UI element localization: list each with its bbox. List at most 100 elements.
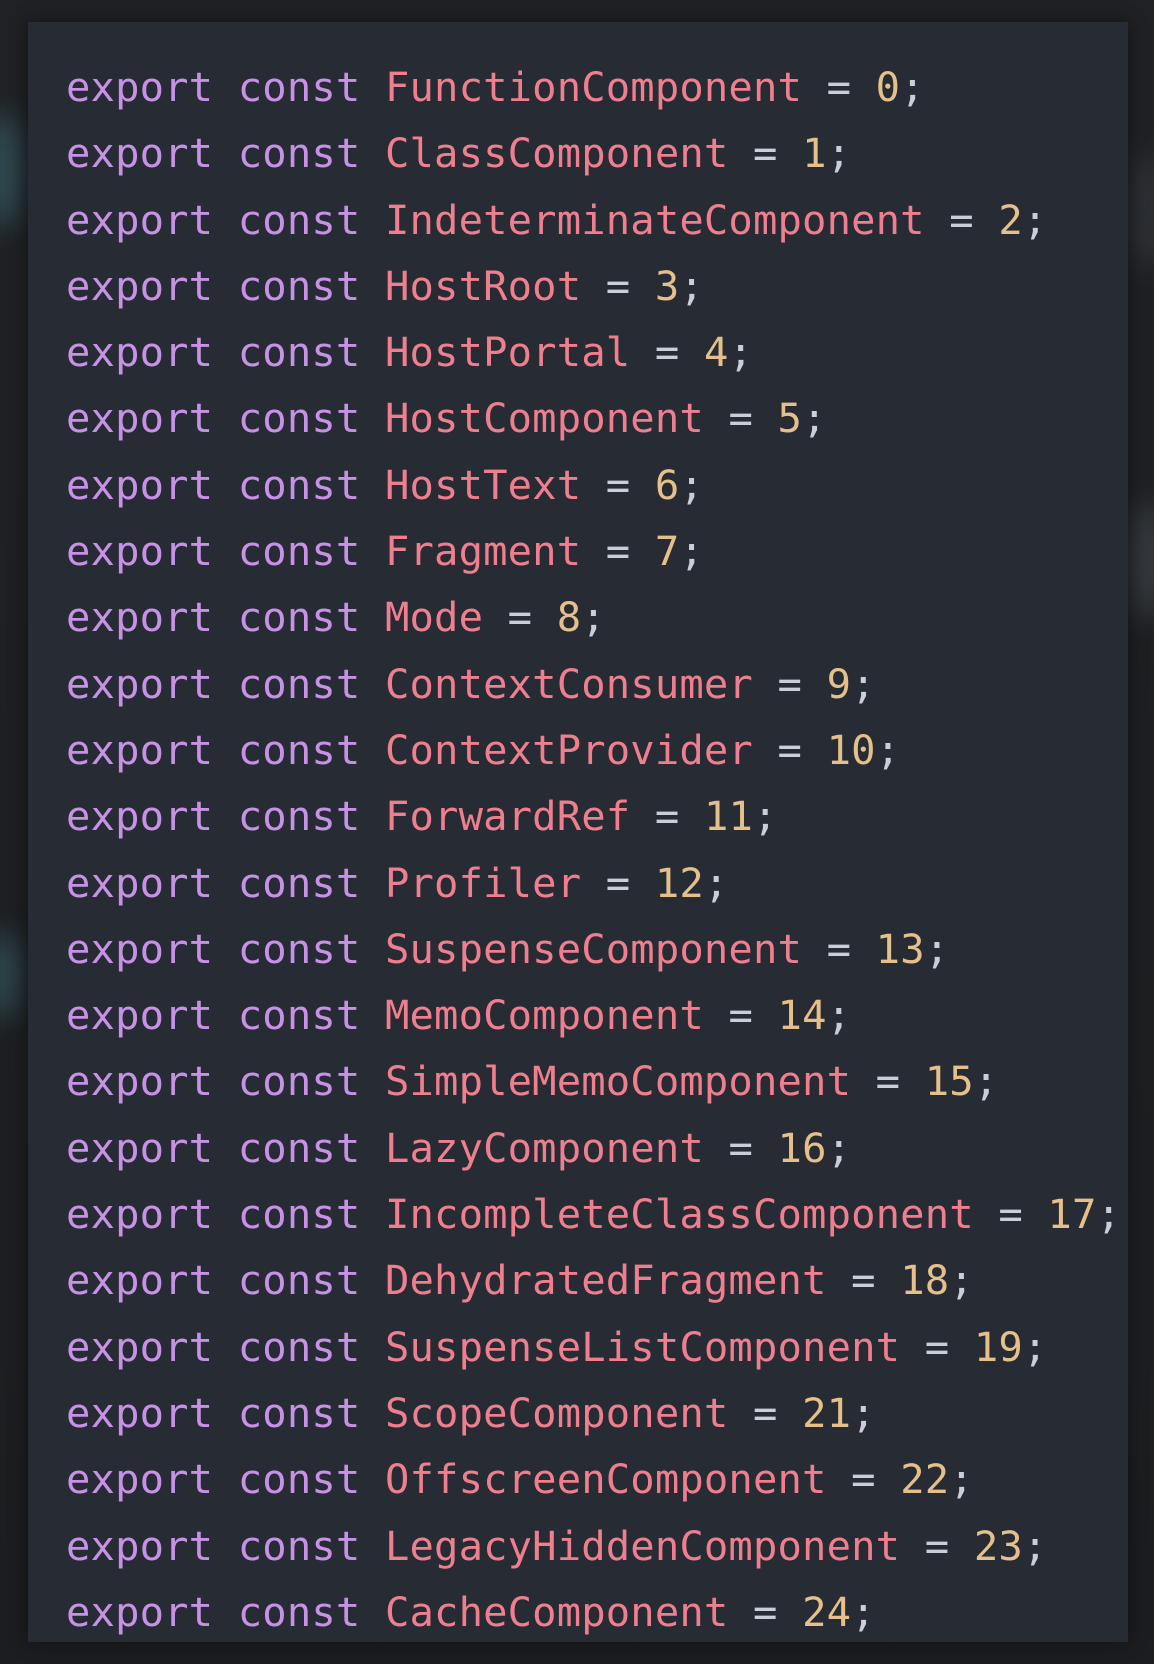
identifier: CacheComponent — [384, 1587, 729, 1636]
assign-operator: = — [507, 593, 533, 642]
assign-operator: = — [728, 991, 753, 1040]
code-line: export const LegacyHiddenComponent = 23; — [66, 1513, 1121, 1579]
keyword-export: export — [66, 328, 214, 377]
assign-operator: = — [777, 725, 803, 774]
assign-operator: = — [851, 1256, 876, 1305]
identifier: ClassComponent — [384, 129, 729, 178]
semicolon: ; — [679, 460, 704, 509]
assign-operator: = — [605, 527, 631, 576]
assign-operator: = — [826, 63, 852, 111]
keyword-export: export — [66, 129, 214, 178]
number-literal: 1 — [802, 129, 827, 178]
assign-operator: = — [605, 858, 631, 907]
code-line: export const HostRoot = 3; — [66, 253, 1121, 319]
keyword-export: export — [66, 991, 214, 1040]
assign-operator: = — [949, 195, 974, 244]
identifier: ContextProvider — [384, 725, 753, 774]
number-literal: 11 — [703, 792, 754, 841]
keyword-export: export — [66, 725, 214, 774]
assign-operator: = — [777, 659, 803, 708]
number-literal: 12 — [654, 858, 704, 907]
keyword-const: const — [237, 1521, 361, 1570]
keyword-const: const — [237, 1057, 361, 1106]
keyword-const: const — [237, 659, 361, 708]
code-line: export const Profiler = 12; — [66, 850, 1121, 916]
keyword-const: const — [237, 858, 361, 907]
keyword-const: const — [237, 1256, 361, 1305]
keyword-export: export — [66, 394, 214, 443]
keyword-export: export — [66, 1256, 214, 1305]
assign-operator: = — [728, 394, 753, 443]
assign-operator: = — [752, 129, 778, 178]
assign-operator: = — [728, 1123, 753, 1172]
backdrop-glow — [0, 930, 22, 1020]
keyword-const: const — [237, 328, 361, 377]
code-line: export const SuspenseComponent = 13; — [66, 916, 1121, 982]
semicolon: ; — [1022, 1322, 1048, 1371]
identifier: MemoComponent — [384, 991, 704, 1040]
identifier: HostComponent — [384, 394, 704, 443]
keyword-export: export — [66, 1521, 214, 1570]
number-literal: 2 — [998, 195, 1023, 244]
keyword-export: export — [66, 63, 214, 111]
assign-operator: = — [826, 924, 852, 973]
keyword-export: export — [66, 1123, 214, 1172]
number-literal: 10 — [826, 725, 876, 774]
keyword-const: const — [237, 1388, 361, 1437]
number-literal: 19 — [973, 1322, 1023, 1371]
code-line: export const OffscreenComponent = 22; — [66, 1446, 1121, 1512]
number-literal: 4 — [703, 328, 729, 377]
code-line: export const MemoComponent = 14; — [66, 982, 1121, 1048]
semicolon: ; — [875, 725, 901, 774]
identifier: ScopeComponent — [384, 1388, 729, 1437]
keyword-const: const — [237, 63, 361, 111]
code-line: export const CacheComponent = 24; — [66, 1579, 1121, 1645]
semicolon: ; — [679, 527, 704, 576]
code-line: export const DehydratedFragment = 18; — [66, 1247, 1121, 1313]
code-line: export const ScopeComponent = 21; — [66, 1380, 1121, 1446]
assign-operator: = — [752, 1587, 778, 1636]
semicolon: ; — [900, 63, 925, 111]
semicolon: ; — [1022, 195, 1048, 244]
semicolon: ; — [851, 659, 876, 708]
identifier: Fragment — [384, 527, 582, 576]
backdrop-glow — [1128, 150, 1154, 270]
semicolon: ; — [826, 129, 852, 178]
keyword-export: export — [66, 1190, 214, 1239]
code-line: export const Mode = 8; — [66, 584, 1121, 650]
identifier: ForwardRef — [384, 792, 631, 841]
semicolon: ; — [1022, 1521, 1048, 1570]
code-line: export const LazyComponent = 16; — [66, 1115, 1121, 1181]
number-literal: 18 — [900, 1256, 950, 1305]
semicolon: ; — [1096, 1190, 1122, 1239]
code-line: export const SimpleMemoComponent = 15; — [66, 1048, 1121, 1114]
keyword-const: const — [237, 924, 361, 973]
number-literal: 16 — [777, 1123, 827, 1172]
number-literal: 5 — [777, 394, 803, 443]
semicolon: ; — [802, 394, 827, 443]
semicolon: ; — [949, 1455, 974, 1504]
assign-operator: = — [998, 1190, 1023, 1239]
keyword-const: const — [237, 593, 361, 642]
keyword-const: const — [237, 527, 361, 576]
keyword-export: export — [66, 261, 214, 310]
identifier: Mode — [384, 593, 484, 642]
identifier: SuspenseComponent — [384, 924, 803, 973]
number-literal: 6 — [654, 460, 680, 509]
keyword-export: export — [66, 460, 214, 509]
assign-operator: = — [605, 261, 631, 310]
identifier: HostText — [384, 460, 582, 509]
identifier: FunctionComponent — [384, 63, 803, 111]
identifier: OffscreenComponent — [384, 1455, 827, 1504]
code-block: export const FunctionComponent = 0; expor… — [66, 54, 1121, 1645]
keyword-const: const — [237, 129, 361, 178]
semicolon: ; — [679, 261, 704, 310]
keyword-export: export — [66, 792, 214, 841]
semicolon: ; — [924, 924, 950, 973]
number-literal: 15 — [924, 1057, 974, 1106]
identifier: ContextConsumer — [384, 659, 753, 708]
code-line: export const FunctionComponent = 0; — [66, 54, 1121, 120]
keyword-export: export — [66, 527, 214, 576]
number-literal: 0 — [875, 63, 901, 111]
semicolon: ; — [753, 792, 778, 841]
